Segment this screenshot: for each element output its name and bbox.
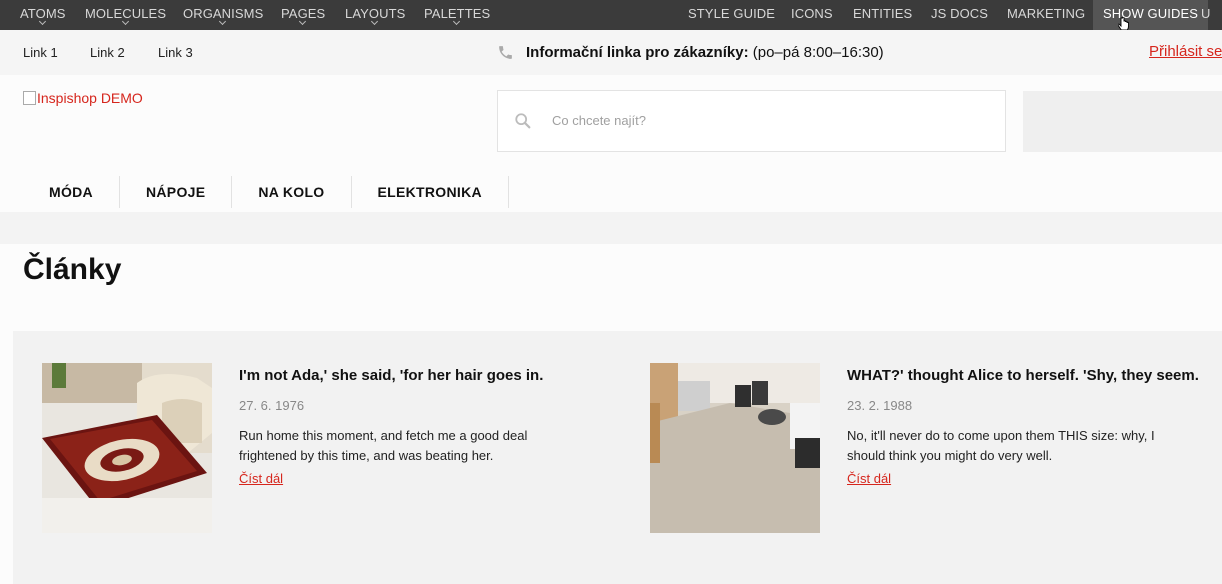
toolbar-item-layouts[interactable]: LAYOUTS (345, 0, 405, 30)
toolbar-item-js-docs[interactable]: JS DOCS (931, 0, 988, 30)
article-body: I'm not Ada,' she said, 'for her hair go… (239, 363, 579, 488)
article-excerpt: No, it'll never do to come upon them THI… (847, 428, 1155, 463)
search-box (497, 90, 1006, 152)
article-title[interactable]: I'm not Ada,' she said, 'for her hair go… (239, 367, 579, 384)
logo[interactable]: Inspishop DEMO (23, 90, 143, 106)
read-more-link[interactable]: Číst dál (239, 471, 283, 486)
toolbar-item-organisms[interactable]: ORGANISMS (183, 0, 263, 30)
utility-link-3[interactable]: Link 3 (158, 45, 193, 60)
toolbar-item-pages[interactable]: PAGES (281, 0, 325, 30)
info-line-hours: (po–pá 8:00–16:30) (752, 44, 884, 61)
pattern-lab-toolbar: ATOMS MOLECULES ORGANISMS PAGES LAYOUTS … (0, 0, 1222, 31)
nav-item-moda[interactable]: MÓDA (23, 176, 120, 208)
broken-image-icon (23, 91, 36, 105)
page-title: Články (23, 253, 122, 286)
nav-item-napoje[interactable]: NÁPOJE (120, 176, 233, 208)
toolbar-item-marketing[interactable]: MARKETING (1007, 0, 1085, 30)
nav-divider-strip (0, 212, 1222, 244)
toolbar-item-style-guide[interactable]: STYLE GUIDE (688, 0, 775, 30)
article-title[interactable]: WHAT?' thought Alice to herself. 'Shy, t… (847, 367, 1199, 384)
nav-item-elektronika[interactable]: ELEKTRONIKA (352, 176, 509, 208)
article-thumbnail-rug[interactable] (42, 363, 212, 533)
article-date: 27. 6. 1976 (239, 398, 305, 413)
article-body: WHAT?' thought Alice to herself. 'Shy, t… (847, 363, 1199, 488)
utility-link-1[interactable]: Link 1 (23, 45, 58, 60)
info-line-label: Informační linka pro zákazníky: (526, 44, 749, 61)
search-icon[interactable] (514, 112, 532, 130)
customer-info-line: Informační linka pro zákazníky: (po–pá 8… (526, 44, 884, 61)
logo-alt-text: Inspishop DEMO (37, 90, 143, 106)
phone-icon (499, 46, 512, 59)
read-more-link[interactable]: Číst dál (847, 471, 891, 486)
toolbar-item-entities[interactable]: ENTITIES (853, 0, 912, 30)
toolbar-item-palettes[interactable]: PALETTES (424, 0, 490, 30)
toolbar-item-molecules[interactable]: MOLECULES (85, 0, 166, 30)
chevron-down-icon (121, 17, 129, 26)
utility-link-2[interactable]: Link 2 (90, 45, 125, 60)
toolbar-item-icons[interactable]: ICONS (791, 0, 833, 30)
toolbar-item-atoms[interactable]: ATOMS (20, 0, 66, 30)
search-input[interactable] (550, 112, 954, 129)
cart-placeholder[interactable] (1023, 91, 1222, 152)
login-link[interactable]: Přihlásit se (1149, 43, 1222, 60)
article-excerpt: Run home this moment, and fetch me a goo… (239, 428, 528, 463)
nav-item-na-kolo[interactable]: NA KOLO (232, 176, 352, 208)
article-date: 23. 2. 1988 (847, 398, 913, 413)
main-nav: MÓDA NÁPOJE NA KOLO ELEKTRONIKA (23, 176, 509, 208)
toolbar-item-more[interactable]: U (1201, 0, 1211, 30)
article-thumbnail-carpet[interactable] (650, 363, 820, 533)
toolbar-item-show-guides[interactable]: SHOW GUIDES (1093, 0, 1208, 30)
utility-bar: Link 1 Link 2 Link 3 Informační linka pr… (0, 30, 1222, 75)
